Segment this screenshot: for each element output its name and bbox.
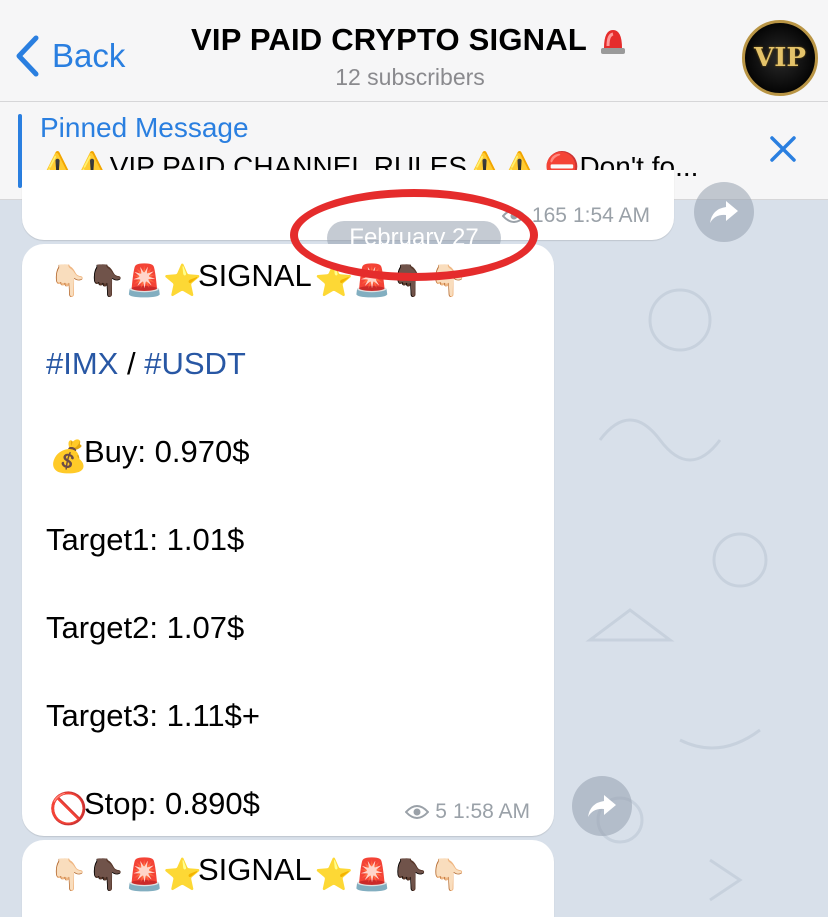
siren-icon: 🚨 <box>352 262 392 298</box>
buy-text: Buy: 0.970$ <box>84 434 250 469</box>
star-icon: ⭐ <box>163 856 202 892</box>
hand-pointing-down-icon: 👇🏻 <box>428 856 468 892</box>
hand-pointing-down-icon: 👇🏻 <box>428 262 468 298</box>
channel-title: VIP PAID CRYPTO SIGNAL <box>150 22 670 58</box>
previous-message-meta: 165 1:54 AM <box>501 204 650 228</box>
hand-pointing-down-icon: 👇🏻 <box>49 262 88 298</box>
star-icon: ⭐ <box>163 262 202 298</box>
hashtag-quote[interactable]: #USDT <box>144 346 246 381</box>
previous-views: 165 <box>531 204 567 227</box>
chat-area[interactable]: 165 1:54 AM February 27 👇🏻👇🏿🚨⭐SIGNAL⭐🚨👇🏿… <box>0 170 828 917</box>
back-button[interactable]: Back <box>14 34 125 78</box>
siren-icon: 🚨 <box>125 262 164 298</box>
money-bag-icon: 💰 <box>49 438 88 474</box>
message-views: 5 <box>435 800 447 823</box>
hashtag-base[interactable]: #IMX <box>46 346 118 381</box>
target2-line: Target2: 1.07$ <box>46 610 245 645</box>
stop-text: Stop: 0.890$ <box>84 786 260 821</box>
stop-line: 🚫Stop: 0.890$ <box>46 786 260 826</box>
trading-pair: #IMX / #USDT <box>46 346 246 382</box>
siren-icon: 🚨 <box>125 856 164 892</box>
hand-pointing-down-dark-icon: 👇🏿 <box>390 262 430 298</box>
eye-icon <box>405 805 430 819</box>
message-meta: 5 1:58 AM <box>405 800 530 824</box>
pair-separator: / <box>118 346 145 381</box>
back-label: Back <box>52 37 126 74</box>
previous-time: 1:54 AM <box>572 204 650 227</box>
subscriber-count: 12 subscribers <box>335 64 485 90</box>
channel-title-text: VIP PAID CRYPTO SIGNAL <box>191 22 587 57</box>
target1-line: Target1: 1.01$ <box>46 522 245 557</box>
hand-pointing-down-dark-icon: 👇🏿 <box>87 856 126 892</box>
star-icon: ⭐ <box>314 856 354 892</box>
share-arrow-icon <box>588 795 616 817</box>
eye-icon <box>501 209 526 223</box>
buy-line: 💰Buy: 0.970$ <box>46 434 250 474</box>
avatar-logo-text: VIP <box>754 43 806 73</box>
next-message-bubble[interactable]: 👇🏻👇🏿🚨⭐SIGNAL⭐🚨👇🏿👇🏻 <box>22 840 554 917</box>
channel-title-area[interactable]: VIP PAID CRYPTO SIGNAL 12 subscribers <box>150 22 670 91</box>
share-button[interactable] <box>694 182 754 242</box>
pinned-title: Pinned Message <box>40 112 249 143</box>
hand-pointing-down-dark-icon: 👇🏿 <box>87 262 126 298</box>
share-button[interactable] <box>572 776 632 836</box>
next-signal-header: 👇🏻👇🏿🚨⭐SIGNAL⭐🚨👇🏿👇🏻 <box>46 852 468 892</box>
chevron-left-icon <box>16 35 39 77</box>
hand-pointing-down-dark-icon: 👇🏿 <box>390 856 430 892</box>
channel-header: Back VIP PAID CRYPTO SIGNAL 12 subscribe… <box>0 0 828 102</box>
message-time: 1:58 AM <box>452 800 530 823</box>
signal-header: 👇🏻👇🏿🚨⭐SIGNAL⭐🚨👇🏿👇🏻 <box>46 258 468 298</box>
channel-avatar[interactable]: VIP <box>742 20 818 96</box>
star-icon: ⭐ <box>314 262 354 298</box>
prohibited-icon: 🚫 <box>49 790 88 826</box>
next-signal-label: SIGNAL <box>198 852 312 887</box>
signal-message-bubble[interactable]: 👇🏻👇🏿🚨⭐SIGNAL⭐🚨👇🏿👇🏻 #IMX / #USDT 💰Buy: 0.… <box>22 244 554 836</box>
hand-pointing-down-icon: 👇🏻 <box>49 856 88 892</box>
close-icon[interactable] <box>768 134 798 164</box>
telegram-channel-screen: Back VIP PAID CRYPTO SIGNAL 12 subscribe… <box>0 0 828 917</box>
siren-icon: 🚨 <box>352 856 392 892</box>
share-arrow-icon <box>710 201 738 223</box>
signal-label: SIGNAL <box>198 258 312 293</box>
target3-line: Target3: 1.11$+ <box>46 698 261 733</box>
siren-icon <box>601 30 625 54</box>
